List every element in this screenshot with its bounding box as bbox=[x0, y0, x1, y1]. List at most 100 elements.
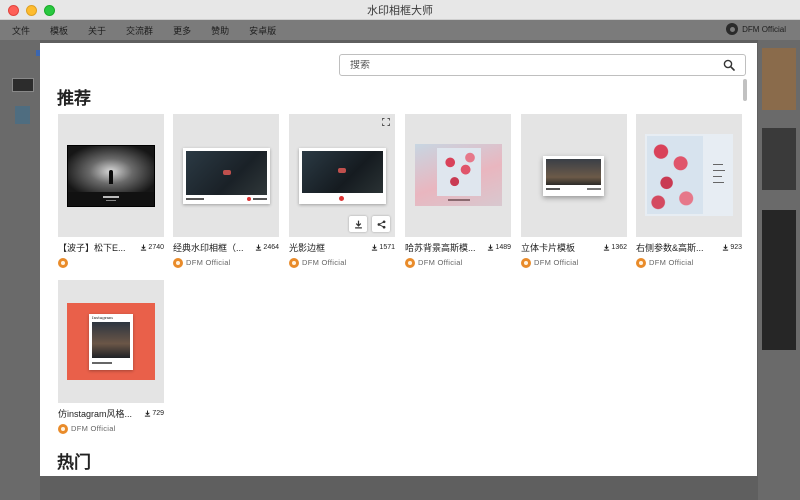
minimize-window-button[interactable] bbox=[26, 5, 37, 16]
section-title-hot: 热门 bbox=[57, 453, 91, 472]
download-count-value: 923 bbox=[730, 243, 742, 251]
download-icon bbox=[604, 243, 610, 251]
user-avatar-icon bbox=[726, 23, 739, 35]
template-gallery-modal: 推荐 【波子】松下E... 2740 bbox=[40, 43, 757, 476]
download-icon bbox=[256, 243, 262, 251]
user-avatar-icon bbox=[58, 423, 68, 434]
download-count: 2740 bbox=[140, 244, 164, 251]
download-count: 1489 bbox=[487, 244, 511, 251]
download-icon bbox=[354, 220, 362, 228]
user-avatar-icon bbox=[636, 257, 646, 268]
download-icon bbox=[372, 243, 378, 251]
template-author: DFM Official bbox=[636, 257, 742, 268]
download-icon bbox=[145, 409, 151, 417]
share-button[interactable] bbox=[372, 216, 390, 232]
menu-sponsor[interactable]: 赞助 bbox=[211, 24, 229, 37]
template-author: DFM Official bbox=[173, 257, 279, 268]
search-box[interactable] bbox=[339, 54, 746, 76]
menu-community[interactable]: 交流群 bbox=[126, 24, 153, 37]
template-thumbnail[interactable]: Instagram bbox=[58, 280, 164, 403]
user-avatar-icon bbox=[521, 257, 531, 268]
author-name: DFM Official bbox=[418, 258, 463, 267]
download-count: 2464 bbox=[255, 244, 279, 251]
window-controls bbox=[8, 5, 55, 16]
download-icon bbox=[141, 243, 147, 251]
template-title: 光影边框 bbox=[289, 242, 326, 253]
background-photo bbox=[762, 210, 796, 350]
template-card[interactable]: 经典水印相框（... 2464 DFM Official bbox=[173, 114, 279, 268]
download-count-value: 2464 bbox=[263, 243, 279, 251]
template-card[interactable]: 【波子】松下E... 2740 bbox=[58, 114, 164, 268]
menu-about[interactable]: 关于 bbox=[88, 24, 106, 37]
download-count: 729 bbox=[144, 410, 164, 417]
template-title: 【波子】松下E... bbox=[58, 242, 126, 253]
background-photo bbox=[762, 128, 796, 190]
search-icon[interactable] bbox=[723, 59, 735, 71]
section-title-recommended: 推荐 bbox=[57, 89, 91, 108]
template-card[interactable]: 立体卡片模板 1362 DFM Official bbox=[521, 114, 627, 268]
download-count-value: 1571 bbox=[379, 243, 395, 251]
user-avatar-icon bbox=[289, 257, 299, 268]
author-name: DFM Official bbox=[534, 258, 579, 267]
expand-icon[interactable] bbox=[382, 118, 390, 126]
download-icon bbox=[723, 243, 729, 251]
template-thumbnail[interactable] bbox=[58, 114, 164, 237]
title-bar: 水印相框大师 bbox=[0, 0, 800, 20]
download-count-value: 2740 bbox=[148, 243, 164, 251]
thumbnail-art bbox=[543, 156, 604, 196]
template-title: 哈苏背景高斯模... bbox=[405, 242, 476, 253]
user-avatar-icon bbox=[405, 257, 415, 268]
author-name: DFM Official bbox=[649, 258, 694, 267]
download-count: 1571 bbox=[371, 244, 395, 251]
menu-more[interactable]: 更多 bbox=[173, 24, 191, 37]
template-author: DFM Official bbox=[289, 257, 395, 268]
template-thumbnail[interactable] bbox=[289, 114, 395, 237]
author-name: DFM Official bbox=[71, 424, 116, 433]
template-thumbnail[interactable] bbox=[636, 114, 742, 237]
thumbnail-art bbox=[67, 145, 155, 207]
download-count: 923 bbox=[722, 244, 742, 251]
menu-templates[interactable]: 模板 bbox=[50, 24, 68, 37]
template-title: 右侧参数&高斯... bbox=[636, 242, 704, 253]
template-card[interactable]: Instagram 仿instagram风格... 729 DFM Offici… bbox=[58, 280, 164, 434]
user-avatar-icon bbox=[58, 257, 68, 268]
window-title: 水印相框大师 bbox=[367, 4, 433, 17]
menu-bar: 文件 模板 关于 交流群 更多 赞助 安卓版 DFM Official bbox=[0, 20, 800, 40]
instagram-header-text: Instagram bbox=[92, 315, 113, 320]
download-icon bbox=[488, 243, 494, 251]
thumbnail-art: Instagram bbox=[67, 303, 155, 380]
download-count-value: 1489 bbox=[495, 243, 511, 251]
account-menu[interactable]: DFM Official bbox=[726, 23, 786, 35]
template-card[interactable]: 右侧参数&高斯... 923 DFM Official bbox=[636, 114, 742, 268]
download-count-value: 1362 bbox=[611, 243, 627, 251]
user-avatar-icon bbox=[173, 257, 183, 268]
author-name: DFM Official bbox=[186, 258, 231, 267]
template-author: DFM Official bbox=[405, 257, 511, 268]
background-photo bbox=[762, 48, 796, 110]
template-thumbnail[interactable] bbox=[405, 114, 511, 237]
template-thumbnail[interactable] bbox=[521, 114, 627, 237]
template-title: 经典水印相框（... bbox=[173, 242, 244, 253]
search-input[interactable] bbox=[350, 59, 723, 71]
download-count-value: 729 bbox=[152, 409, 164, 417]
share-icon bbox=[377, 219, 385, 229]
close-window-button[interactable] bbox=[8, 5, 19, 16]
template-title: 仿instagram风格... bbox=[58, 408, 133, 419]
scrollbar-thumb[interactable] bbox=[743, 79, 747, 101]
template-author bbox=[58, 257, 164, 268]
template-author: DFM Official bbox=[521, 257, 627, 268]
template-title: 立体卡片模板 bbox=[521, 242, 576, 253]
template-card[interactable]: 光影边框 1571 DFM Official bbox=[289, 114, 395, 268]
download-count: 1362 bbox=[603, 244, 627, 251]
author-name: DFM Official bbox=[302, 258, 347, 267]
background-thumbnail bbox=[15, 106, 30, 124]
template-thumbnail[interactable] bbox=[173, 114, 279, 237]
menu-file[interactable]: 文件 bbox=[12, 24, 30, 37]
thumbnail-art bbox=[415, 144, 502, 206]
background-thumbnail bbox=[12, 78, 34, 92]
menu-android[interactable]: 安卓版 bbox=[249, 24, 276, 37]
thumbnail-art bbox=[183, 148, 270, 204]
maximize-window-button[interactable] bbox=[44, 5, 55, 16]
template-card[interactable]: 哈苏背景高斯模... 1489 DFM Official bbox=[405, 114, 511, 268]
download-button[interactable] bbox=[349, 216, 367, 232]
